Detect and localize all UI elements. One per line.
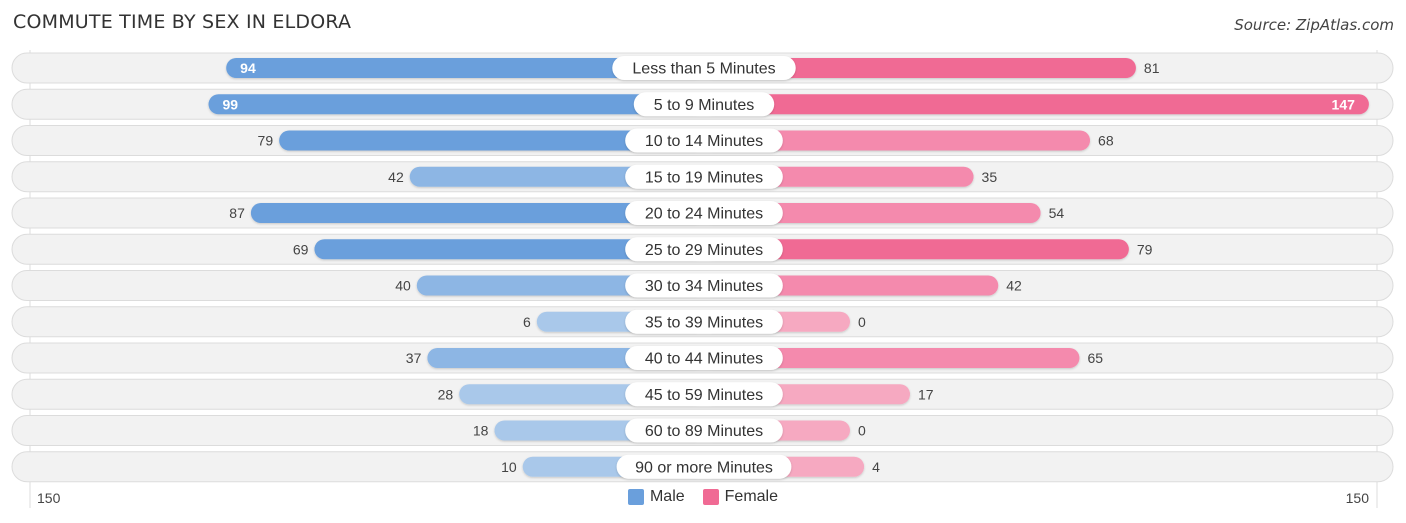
- category-label: 90 or more Minutes: [635, 459, 773, 476]
- category-label: 40 to 44 Minutes: [645, 351, 763, 368]
- legend-label-male: Male: [649, 488, 685, 505]
- category-label: Less than 5 Minutes: [632, 61, 775, 78]
- value-label-female: 68: [1098, 133, 1114, 149]
- value-label-female: 0: [858, 423, 866, 439]
- category-label: 25 to 29 Minutes: [645, 242, 763, 259]
- row-4: 87 54 20 to 24 Minutes: [11, 197, 1394, 229]
- value-label-male: 40: [395, 278, 411, 294]
- value-label-female: 65: [1087, 350, 1103, 366]
- row-5: 69 79 25 to 29 Minutes: [11, 233, 1394, 265]
- category-label: 30 to 34 Minutes: [645, 278, 763, 295]
- category-label: 10 to 14 Minutes: [645, 133, 763, 150]
- value-label-female: 0: [858, 314, 866, 330]
- legend-swatch-female: [702, 489, 719, 505]
- value-label-female: 147: [1332, 96, 1356, 112]
- value-label-male: 69: [293, 241, 309, 257]
- value-label-male: 87: [229, 205, 245, 221]
- category-label: 15 to 19 Minutes: [645, 169, 763, 186]
- category-label: 60 to 89 Minutes: [645, 423, 763, 440]
- row-6: 40 42 30 to 34 Minutes: [11, 270, 1394, 301]
- bar-female[interactable]: [704, 94, 1369, 115]
- category-label: 45 to 59 Minutes: [645, 387, 763, 404]
- legend-item-male[interactable]: Male: [627, 488, 685, 506]
- row-7: 6 0 35 to 39 Minutes: [11, 306, 1394, 338]
- row-0: 94 81 Less than 5 Minutes: [11, 52, 1394, 84]
- value-label-male: 10: [501, 459, 517, 475]
- legend-swatch-male: [627, 489, 644, 505]
- category-label: 20 to 24 Minutes: [645, 206, 763, 223]
- value-label-male: 28: [438, 386, 454, 402]
- category-label: 5 to 9 Minutes: [654, 97, 755, 114]
- value-label-male: 42: [388, 169, 404, 185]
- row-10: 18 0 60 to 89 Minutes: [11, 415, 1394, 446]
- value-label-male: 99: [223, 96, 239, 112]
- row-3: 42 35 15 to 19 Minutes: [11, 161, 1394, 193]
- legend: Male Female: [0, 488, 1406, 506]
- value-label-male: 6: [523, 314, 531, 330]
- legend-label-female: Female: [724, 488, 779, 505]
- value-label-male: 79: [258, 133, 274, 149]
- row-2: 79 68 10 to 14 Minutes: [11, 125, 1394, 156]
- bar-male[interactable]: [208, 94, 704, 115]
- row-11: 10 4 90 or more Minutes: [11, 451, 1394, 483]
- value-label-female: 17: [918, 386, 934, 402]
- value-label-female: 4: [872, 459, 880, 475]
- value-label-female: 42: [1006, 278, 1022, 294]
- row-1: 99 147 5 to 9 Minutes: [11, 88, 1394, 120]
- value-label-female: 79: [1137, 241, 1153, 257]
- category-label: 35 to 39 Minutes: [645, 314, 763, 331]
- value-label-female: 54: [1049, 205, 1065, 221]
- value-label-female: 35: [982, 169, 998, 185]
- chart-plot: 94 81 Less than 5 Minutes 99 147 5 to 9 Minut…: [11, 50, 1394, 508]
- value-label-male: 18: [473, 423, 489, 439]
- value-label-male: 37: [406, 350, 422, 366]
- row-8: 37 65 40 to 44 Minutes: [11, 342, 1394, 374]
- row-9: 28 17 45 to 59 Minutes: [11, 378, 1394, 410]
- value-label-female: 81: [1144, 60, 1160, 76]
- value-label-male: 94: [240, 60, 256, 76]
- legend-item-female[interactable]: Female: [702, 488, 779, 506]
